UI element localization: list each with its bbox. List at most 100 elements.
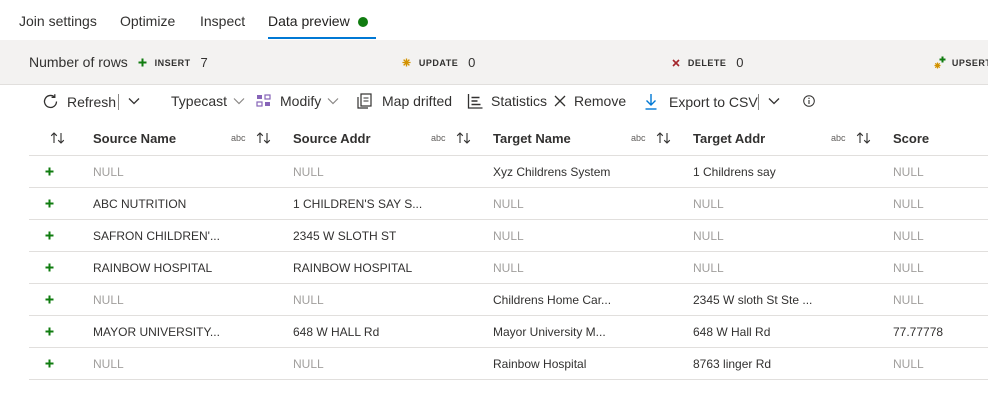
info-button[interactable] (803, 95, 823, 107)
refresh-options-dropdown[interactable] (128, 97, 148, 105)
upsert-label: UPSERT (951, 58, 988, 68)
column-header-source-name[interactable]: Source Name (93, 131, 176, 146)
table-row[interactable]: SAFRON CHILDREN'... 2345 W SLOTH ST NULL NU… (29, 220, 988, 252)
table-cell: 77.77778 (893, 325, 944, 339)
remove-icon (554, 95, 566, 107)
upsert-icon (934, 56, 946, 69)
table-cell: 8763 linger Rd (693, 357, 772, 371)
upsert-stat: UPSERT (934, 54, 988, 70)
table-row[interactable]: NULL NULL Childrens Home Car... 2345 W slot… (29, 284, 988, 316)
table-cell: NULL (493, 261, 524, 275)
source-addr-sort-button[interactable] (456, 131, 471, 149)
table-cell: NULL (693, 229, 724, 243)
status-dot-icon (357, 17, 368, 27)
tab-optimize[interactable]: Optimize (120, 13, 175, 29)
statistics-icon (467, 94, 483, 109)
table-cell: NULL (693, 197, 724, 211)
modify-chevron-icon (327, 98, 339, 105)
table-cell: NULL (293, 357, 324, 371)
delete-x-icon (672, 59, 680, 67)
export-options-dropdown[interactable] (768, 97, 788, 105)
active-tab-indicator (268, 37, 376, 39)
insert-label: INSERT (154, 58, 191, 68)
table-row[interactable]: ABC NUTRITION 1 CHILDREN'S SAY S... NULL NU… (29, 188, 988, 220)
tab-join-settings[interactable]: Join settings (19, 13, 97, 29)
table-cell: NULL (293, 165, 324, 179)
column-header-score[interactable]: Score (893, 131, 929, 146)
row-marker-sort-button[interactable] (50, 131, 65, 149)
toolbar-separator (758, 94, 759, 110)
target-addr-sort-button[interactable] (856, 131, 871, 149)
insert-plus-icon (45, 199, 54, 208)
table-row[interactable]: RAINBOW HOSPITAL RAINBOW HOSPITAL NULL NULL… (29, 252, 988, 284)
table-cell: NULL (893, 229, 924, 243)
modify-label: Modify (280, 93, 322, 109)
sort-icon (656, 132, 671, 144)
sort-icon (456, 132, 471, 144)
table-cell: NULL (493, 197, 524, 211)
table-cell: ABC NUTRITION (93, 197, 187, 211)
target-name-type-badge: abc (631, 133, 646, 143)
map-drifted-label: Map drifted (382, 93, 453, 109)
table-cell: Mayor University M... (493, 325, 606, 339)
delete-stat: DELETE 0 (672, 54, 744, 70)
table-row[interactable]: NULL NULL Rainbow Hospital 8763 linger Rd NU… (29, 348, 988, 380)
update-label: UPDATE (418, 58, 459, 68)
table-cell: NULL (893, 357, 924, 371)
toolbar-separator (118, 94, 119, 110)
table-cell: NULL (893, 261, 924, 275)
update-count: 0 (468, 55, 476, 70)
table-cell: RAINBOW HOSPITAL (293, 261, 413, 275)
tab-data-preview[interactable]: Data preview (268, 13, 368, 29)
statistics-button[interactable]: Statistics (467, 93, 547, 109)
export-csv-button[interactable]: Export to CSV (645, 93, 758, 110)
source-name-sort-button[interactable] (256, 131, 271, 149)
insert-count: 7 (200, 55, 208, 70)
tab-bar: Join settings Optimize Inspect Data prev… (0, 0, 988, 41)
table-row[interactable]: MAYOR UNIVERSITY... 648 W HALL Rd Mayor Un… (29, 316, 988, 348)
source-name-type-badge: abc (231, 133, 246, 143)
export-csv-label: Export to CSV (669, 93, 758, 110)
table-cell: MAYOR UNIVERSITY... (93, 325, 220, 339)
statistics-label: Statistics (491, 93, 548, 109)
insert-plus-icon (45, 263, 54, 272)
update-stat: UPDATE 0 (402, 54, 475, 70)
source-addr-type-badge: abc (431, 133, 446, 143)
table-cell: NULL (893, 165, 924, 179)
target-addr-type-badge: abc (831, 133, 846, 143)
remove-label: Remove (574, 93, 627, 109)
table-row[interactable]: NULL NULL Xyz Childrens System 1 Childrens … (29, 156, 988, 188)
delete-label: DELETE (687, 58, 727, 68)
refresh-icon (43, 94, 58, 109)
insert-plus-icon (45, 167, 54, 176)
modify-icon (256, 94, 271, 107)
table-cell: 648 W HALL Rd (293, 325, 380, 339)
target-name-sort-button[interactable] (656, 131, 671, 149)
table-cell: 2345 W sloth St Ste ... (693, 293, 813, 307)
tab-inspect[interactable]: Inspect (200, 13, 245, 29)
table-cell: Rainbow Hospital (493, 357, 587, 371)
column-header-target-addr[interactable]: Target Addr (693, 131, 765, 146)
remove-button[interactable]: Remove (554, 93, 626, 109)
table-cell: 1 CHILDREN'S SAY S... (293, 197, 423, 211)
rows-label: Number of rows INSERT 7 (29, 54, 208, 70)
insert-plus-icon (45, 231, 54, 240)
sort-icon (256, 132, 271, 144)
table-cell: Xyz Childrens System (493, 165, 611, 179)
modify-button[interactable]: Modify (256, 93, 339, 109)
table-cell: NULL (93, 357, 124, 371)
column-header-target-name[interactable]: Target Name (493, 131, 571, 146)
refresh-button[interactable]: Refresh (42, 93, 116, 110)
table-cell: SAFRON CHILDREN'... (93, 229, 220, 243)
typecast-button[interactable]: Typecast (171, 93, 245, 109)
chevron-down-icon (128, 98, 140, 105)
typecast-label: Typecast (171, 93, 228, 109)
table-cell: NULL (293, 293, 324, 307)
table-cell: 2345 W SLOTH ST (293, 229, 397, 243)
insert-plus-icon (138, 58, 147, 67)
column-header-source-addr[interactable]: Source Addr (293, 131, 371, 146)
rows-label-text: Number of rows (29, 54, 128, 70)
sort-icon (50, 132, 65, 144)
row-stats-bar: Number of rows INSERT 7 UPDATE 0 DELETE … (0, 40, 988, 85)
map-drifted-button[interactable]: Map drifted (357, 93, 452, 109)
